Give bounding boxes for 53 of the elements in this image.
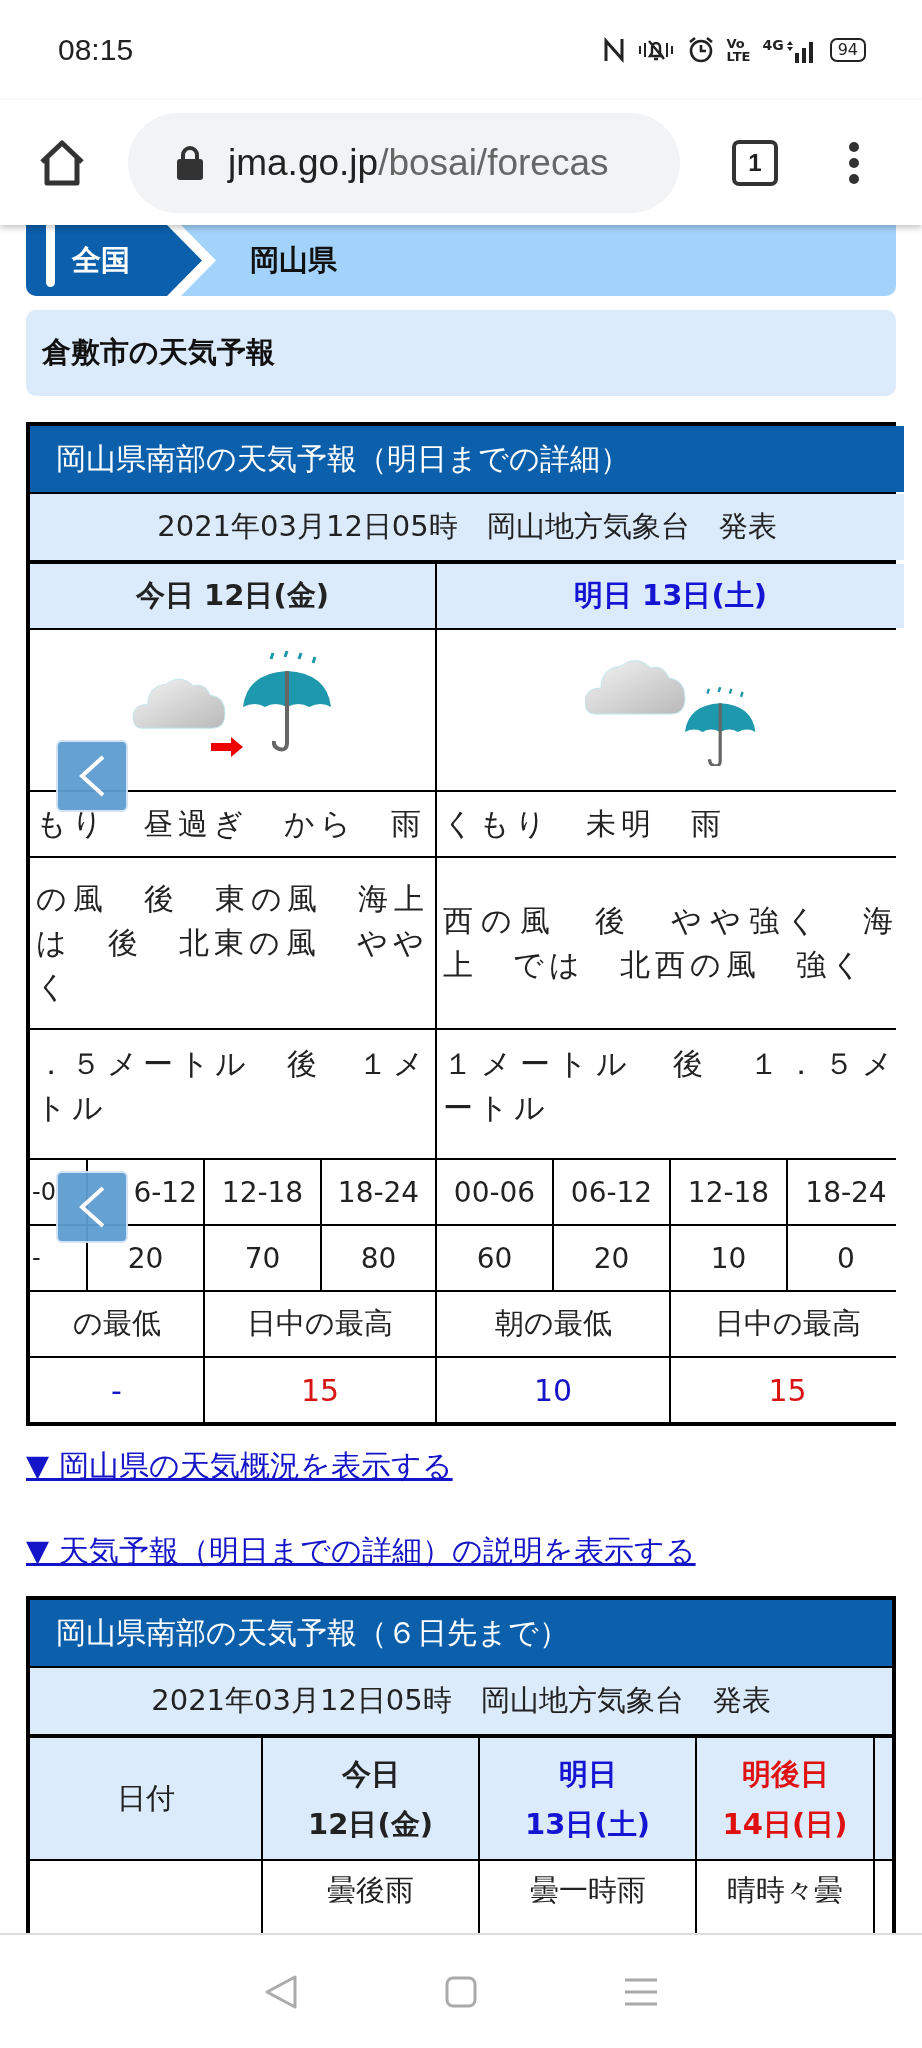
lock-icon <box>176 144 204 181</box>
rain-chance-cell: 20 <box>88 1226 203 1290</box>
chevron-left-icon <box>77 754 107 798</box>
time-cell: 18-24 <box>322 1160 435 1224</box>
expand-link[interactable]: ▼ 岡山県の天気概況を表示する <box>26 1446 453 1487</box>
breadcrumb-link[interactable]: 全国 <box>26 225 216 296</box>
scroll-left-button[interactable] <box>56 1171 128 1243</box>
temp-value-cell: 10 <box>437 1358 669 1422</box>
day-header: 今日 12日(金) <box>263 1738 478 1859</box>
volte-indicator: Vo LTE <box>726 37 751 63</box>
rain-chance-cell: 10 <box>671 1226 786 1290</box>
temp-value-cell: 15 <box>205 1358 435 1422</box>
wave-cell: ．５メートル 後 １メ トル <box>30 1030 435 1158</box>
time-cell: 12-18 <box>205 1160 320 1224</box>
address-bar[interactable]: jma.go.jp/bosai/forecas <box>128 112 680 213</box>
weather-cell: もり 昼過ぎ から 雨 <box>30 792 435 856</box>
date-header: 日付 <box>30 1738 261 1859</box>
temp-label-cell: 日中の最高 <box>205 1292 435 1356</box>
chevron-left-icon <box>77 1185 107 1229</box>
home-icon[interactable] <box>38 139 86 186</box>
table-title: 岡山県南部の天気予報（６日先まで） <box>30 1600 892 1666</box>
day-header: 明日 13日(土) <box>437 564 904 628</box>
weather-cell: 晴時々曇 <box>697 1861 873 1935</box>
page-title: 倉敷市の天気予報 <box>26 310 896 396</box>
time-cell: 12-18 <box>671 1160 786 1224</box>
nfc-icon <box>602 37 625 63</box>
back-icon[interactable] <box>263 1973 298 2010</box>
rain-chance-cell: 60 <box>437 1226 552 1290</box>
temp-label-cell: の最低 <box>30 1292 203 1356</box>
breadcrumb-current: 岡山県 <box>250 241 337 279</box>
weather-cell: 曇一時雨 <box>480 1861 695 1935</box>
rain-chance-cell: 80 <box>322 1226 435 1290</box>
scroll-left-button[interactable] <box>56 740 128 812</box>
battery-indicator: 94 <box>829 38 866 62</box>
tab-count-button[interactable]: 1 <box>732 139 778 186</box>
time-cell: 00-06 <box>437 1160 552 1224</box>
issued-time: 2021年03月12日05時 岡山地方気象台 発表 <box>30 494 904 560</box>
issued-time: 2021年03月12日05時 岡山地方気象台 発表 <box>30 1668 892 1734</box>
table-title: 岡山県南部の天気予報（明日までの詳細） <box>30 426 904 492</box>
day-header: 明日 13日(土) <box>480 1738 695 1859</box>
weather-cell: 曇後雨 <box>263 1861 478 1935</box>
menu-icon[interactable] <box>848 140 860 185</box>
temp-label-cell: 朝の最低 <box>437 1292 669 1356</box>
network-type: 4G <box>762 37 784 53</box>
day-header: 今日 12日(金) <box>30 564 435 628</box>
rain-chance-cell: 70 <box>205 1226 320 1290</box>
expand-link[interactable]: ▼ 天気予報（明日までの詳細）の説明を表示する <box>26 1531 696 1572</box>
time-cell: 06-12 <box>554 1160 669 1224</box>
temp-value-cell: - <box>30 1358 203 1422</box>
wind-cell: の風 後 東の風 海上 は 後 北東の風 やや く <box>30 858 435 1028</box>
status-time: 08:15 <box>58 33 134 67</box>
day-header: 明後日 14日(日) <box>697 1738 873 1859</box>
rain-chance-cell: 20 <box>554 1226 669 1290</box>
